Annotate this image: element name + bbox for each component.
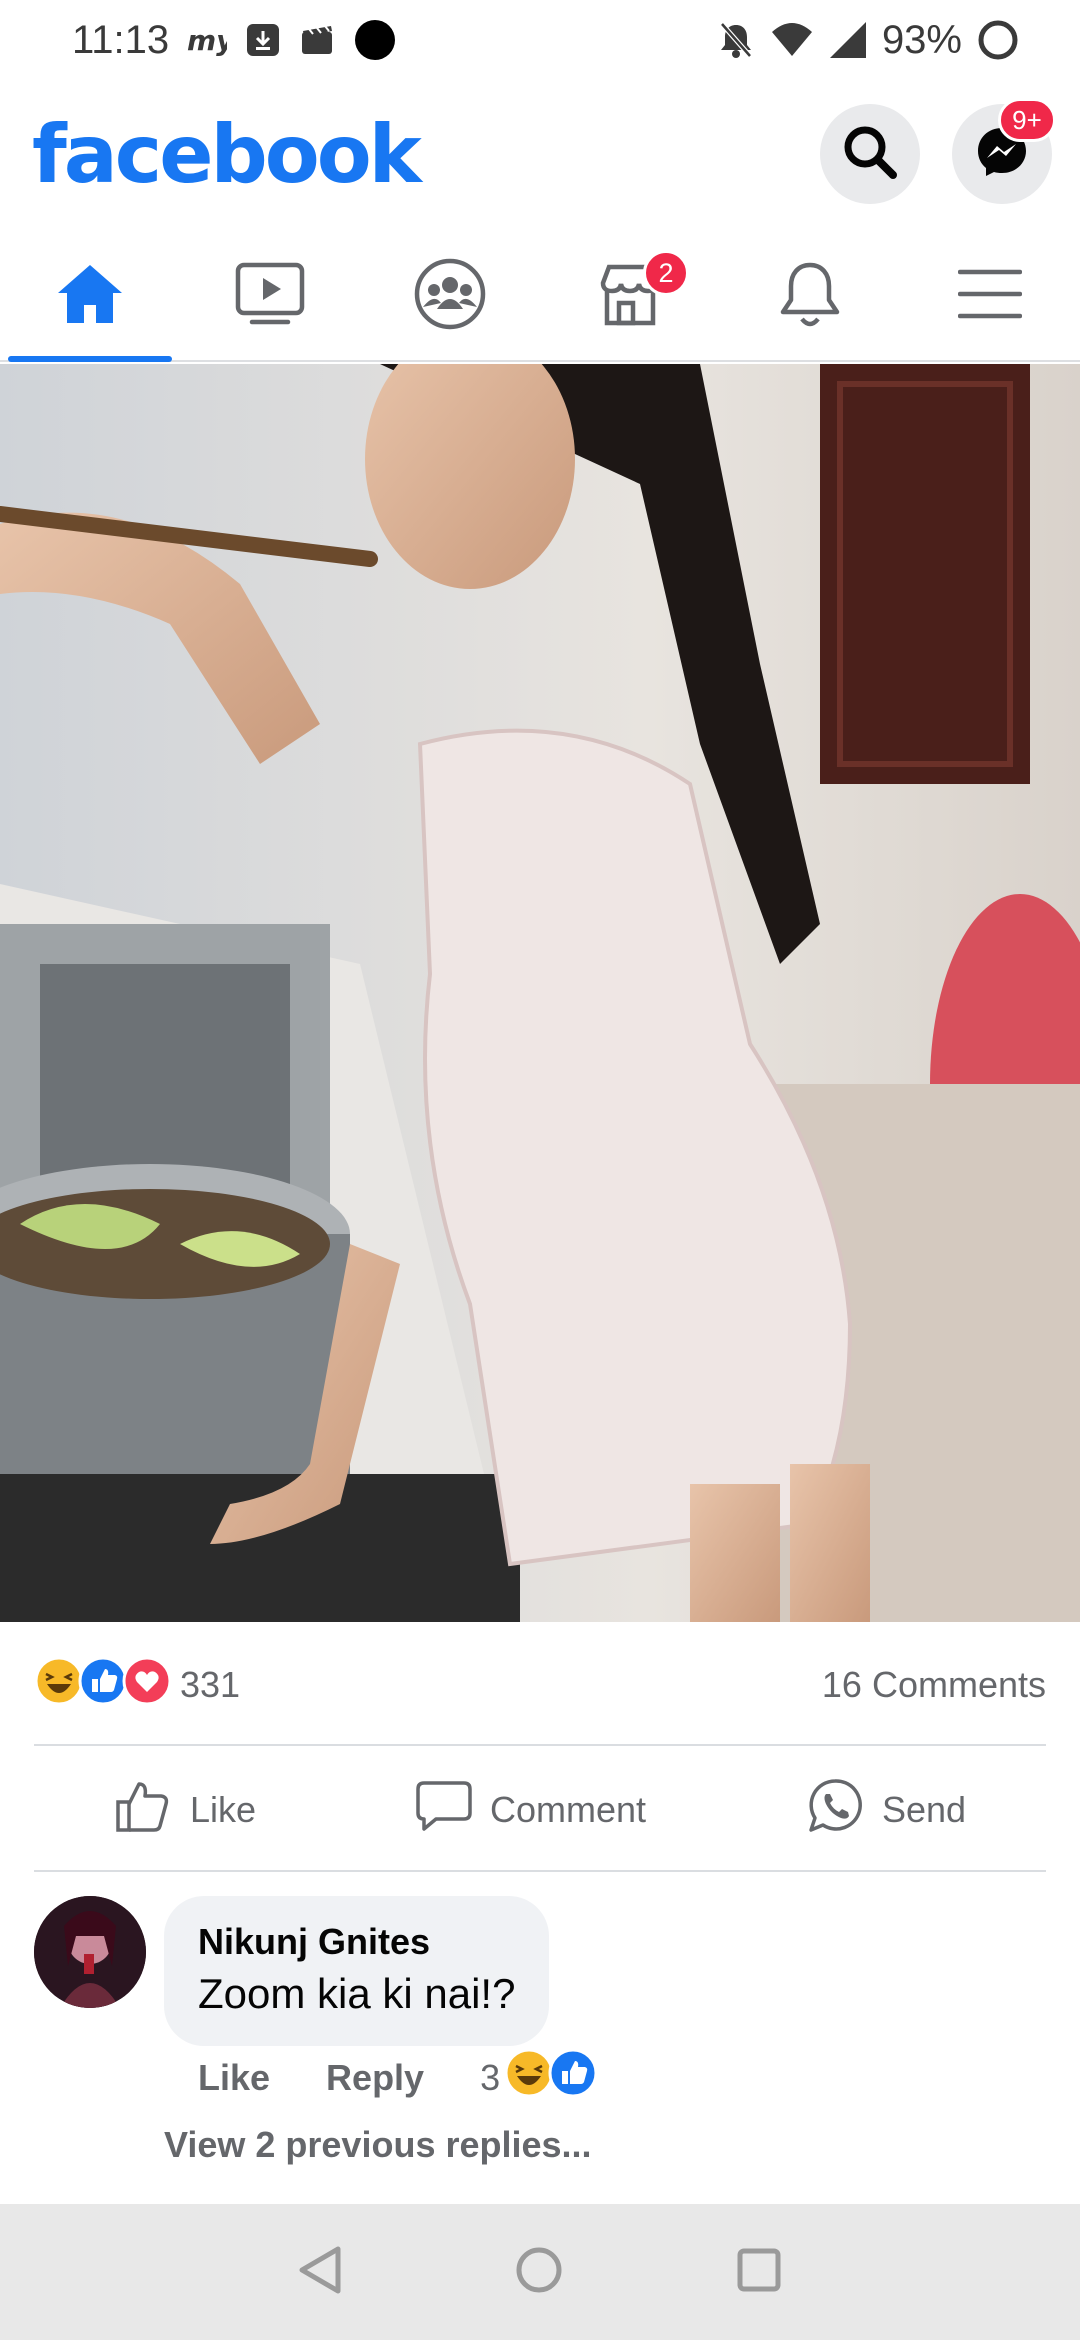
tab-home[interactable] xyxy=(0,232,180,362)
signal-icon xyxy=(828,20,868,60)
home-circle-icon[interactable] xyxy=(514,2245,564,2300)
comment-reaction-count: 3 xyxy=(480,2056,501,2098)
like-reaction-icon xyxy=(78,1656,128,1715)
comment-bubble-icon xyxy=(416,1780,472,1841)
clapper-icon xyxy=(299,22,335,58)
send-label: Send xyxy=(881,1789,967,1830)
messenger-button[interactable]: 9+ xyxy=(952,98,1056,204)
mute-bell-icon xyxy=(716,20,756,60)
haha-reaction-icon xyxy=(34,1656,84,1715)
groups-icon xyxy=(413,257,487,336)
tab-watch[interactable] xyxy=(180,232,360,360)
marketplace-badge: 2 xyxy=(643,250,689,296)
like-reaction-icon xyxy=(548,2048,598,2107)
status-bar: 11:13 my 93% xyxy=(0,0,1080,80)
comment-label: Comment xyxy=(489,1789,646,1830)
status-time: 11:13 xyxy=(72,17,170,62)
comments-count[interactable]: 16 Comments xyxy=(822,1664,1046,1706)
battery-ring-icon xyxy=(976,18,1020,62)
main-nav-tabs: 2 xyxy=(0,232,1080,362)
like-label: Like xyxy=(189,1789,257,1830)
divider xyxy=(34,1870,1046,1872)
bell-icon xyxy=(777,259,843,334)
comment-reply-button[interactable]: Reply xyxy=(326,2057,424,2099)
dot-icon xyxy=(353,18,397,62)
reaction-count: 331 xyxy=(180,1664,241,1705)
tab-notifications[interactable] xyxy=(720,232,900,360)
send-button[interactable]: Send xyxy=(806,1777,966,1844)
comment-meta: Like Reply 3 xyxy=(198,2048,598,2107)
comment-text: Zoom kia ki nai!? xyxy=(198,1970,516,2017)
my-app-icon: my xyxy=(187,22,227,58)
system-nav-bar xyxy=(0,2204,1080,2340)
reactions-summary[interactable]: 331 16 Comments xyxy=(34,1650,1046,1720)
comment-author[interactable]: Nikunj Gnites xyxy=(198,1918,515,1966)
comment-bubble[interactable]: Nikunj Gnites Zoom kia ki nai!? xyxy=(164,1896,550,2046)
back-icon[interactable] xyxy=(296,2245,344,2300)
comment-like-button[interactable]: Like xyxy=(198,2057,270,2099)
recents-square-icon[interactable] xyxy=(734,2245,784,2300)
wifi-icon xyxy=(770,20,814,60)
avatar[interactable] xyxy=(34,1896,146,2008)
post-photo[interactable] xyxy=(0,364,1080,1622)
like-button[interactable]: Like xyxy=(114,1778,256,1843)
divider xyxy=(34,1744,1046,1746)
download-icon xyxy=(245,22,281,58)
facebook-logo[interactable]: facebook xyxy=(32,108,422,201)
battery-percent: 93% xyxy=(881,17,962,62)
post-actions: Like Comment Send xyxy=(34,1750,1046,1870)
messenger-badge: 9+ xyxy=(998,98,1056,142)
home-icon xyxy=(55,261,125,332)
view-previous-replies-link[interactable]: View 2 previous replies... xyxy=(164,2124,592,2166)
app-header: facebook 9+ xyxy=(0,92,1080,216)
thumbs-up-icon xyxy=(114,1778,172,1843)
tab-menu[interactable] xyxy=(900,232,1080,360)
video-play-icon xyxy=(234,261,306,332)
comment-reactions[interactable]: 3 xyxy=(480,2048,598,2107)
tab-marketplace[interactable]: 2 xyxy=(540,232,720,360)
whatsapp-icon xyxy=(806,1777,864,1844)
hamburger-menu-icon xyxy=(957,266,1023,327)
search-icon xyxy=(841,123,899,186)
comment-button[interactable]: Comment xyxy=(416,1780,646,1841)
svg-text:my: my xyxy=(187,24,227,57)
haha-reaction-icon xyxy=(504,2048,554,2107)
tab-groups[interactable] xyxy=(360,232,540,360)
search-button[interactable] xyxy=(820,104,920,204)
love-reaction-icon xyxy=(122,1656,172,1715)
